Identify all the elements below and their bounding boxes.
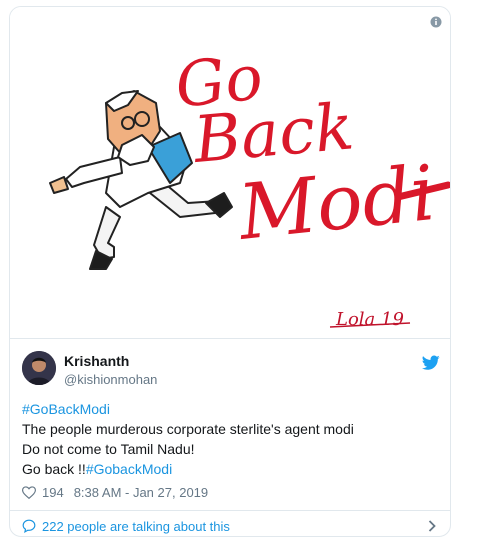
tweet-header: Krishanth @kishionmohan	[22, 351, 440, 391]
conversation-link[interactable]: 222 people are talking about this	[22, 516, 440, 536]
timestamp[interactable]: 8:38 AM - Jan 27, 2019	[74, 485, 208, 500]
hashtag-link-2[interactable]: #GobackModi	[86, 461, 172, 477]
hashtag-link[interactable]: #GoBackModi	[22, 399, 440, 419]
tweet-line-1: The people murderous corporate sterlite'…	[22, 421, 354, 437]
cartoon-illustration: Go Back Modi Lola 19	[49, 40, 450, 330]
speech-bubble-icon	[22, 519, 36, 533]
twitter-bird-icon[interactable]	[422, 355, 440, 371]
tweet-line-3: Go back !!#GobackModi	[22, 459, 440, 479]
chevron-right-icon[interactable]	[428, 520, 436, 532]
tweet-image[interactable]: Go Back Modi Lola 19	[10, 7, 450, 339]
tweet-meta: 194 8:38 AM - Jan 27, 2019	[22, 485, 208, 500]
talking-count-label[interactable]: 222 people are talking about this	[42, 519, 230, 534]
display-name[interactable]: Krishanth	[64, 353, 129, 369]
avatar[interactable]	[22, 351, 56, 385]
divider	[10, 510, 450, 511]
user-handle[interactable]: @kishionmohan	[64, 372, 157, 387]
like-count[interactable]: 194	[42, 485, 64, 500]
artwork-lettering: Go Back Modi	[172, 40, 439, 257]
tweet-line-3-text: Go back !!	[22, 461, 86, 477]
info-icon[interactable]	[430, 16, 442, 28]
tweet-line-2: Do not come to Tamil Nadu!	[22, 441, 195, 457]
tweet-embed-card: Go Back Modi Lola 19 Krishanth @kishionm…	[9, 6, 451, 537]
heart-icon[interactable]	[22, 486, 36, 499]
tweet-text: #GoBackModi The people murderous corpora…	[22, 399, 440, 479]
